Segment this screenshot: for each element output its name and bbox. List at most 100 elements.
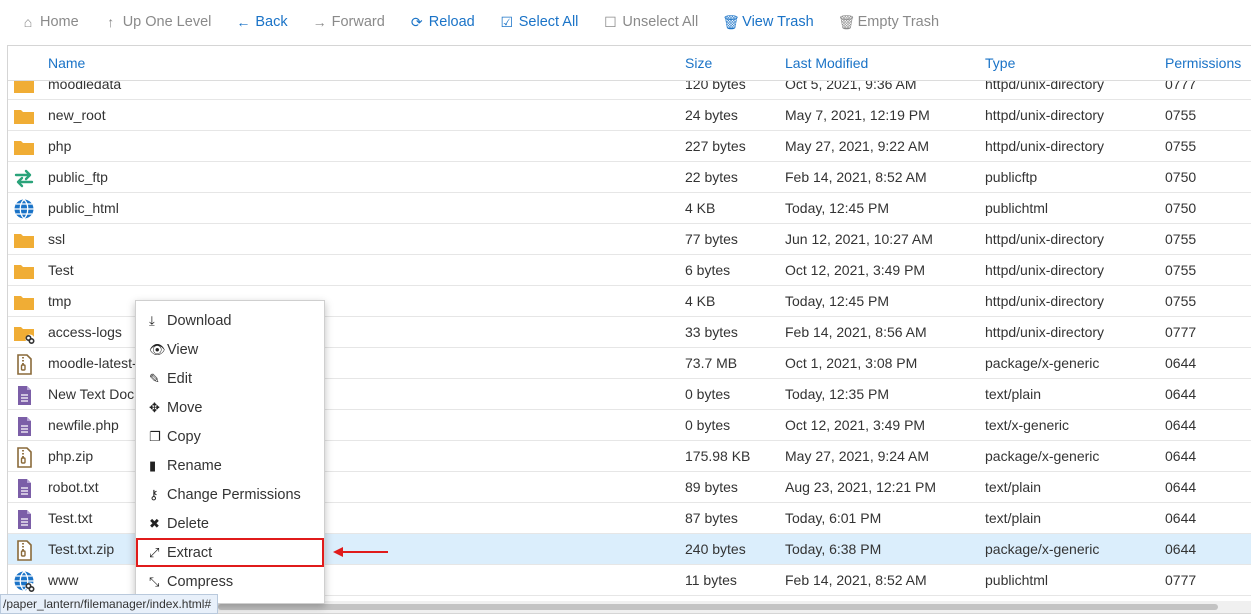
empty-square-icon: ☐: [604, 13, 617, 30]
context-menu-item-copy[interactable]: ❐ Copy: [136, 422, 324, 451]
file-size: 24 bytes: [685, 107, 738, 123]
zip-file-icon: [17, 540, 32, 561]
file-size: 0 bytes: [685, 417, 731, 433]
context-menu-item-edit[interactable]: ✎ Edit: [136, 364, 324, 393]
file-name: newfile.php: [48, 417, 119, 433]
text-file-icon: [18, 417, 31, 436]
column-header-permissions[interactable]: Permissions: [1165, 55, 1241, 71]
status-url-tooltip: /paper_lantern/filemanager/index.html#: [0, 594, 219, 614]
context-menu: ⤓ Download 👁View ✎ Edit ✥ Move ❐ Copy ▮ Rename ⚷ Cha…: [135, 300, 325, 604]
file-type: httpd/unix-directory: [985, 231, 1105, 247]
folder-icon: [14, 265, 34, 279]
home-button[interactable]: ⌂ Home: [20, 10, 79, 34]
file-size: 33 bytes: [685, 324, 738, 340]
context-menu-item-delete[interactable]: ✖ Delete: [136, 509, 324, 538]
file-last-modified: Oct 12, 2021, 3:49 PM: [785, 262, 926, 278]
context-menu-item-compress[interactable]: ⤡ Compress: [136, 567, 324, 596]
toolbar: ⌂ Home ↑ Up One Level ← Back → Forward ⟳…: [0, 0, 1251, 44]
view-trash-button[interactable]: 🗑 View Trash: [722, 10, 813, 34]
column-header-last-modified[interactable]: Last Modified: [785, 55, 868, 71]
file-type: httpd/unix-directory: [985, 138, 1105, 154]
compress-icon: ⤡: [149, 574, 160, 589]
refresh-icon: ⟳: [410, 13, 423, 30]
file-size: 0 bytes: [685, 386, 731, 402]
file-name: Test: [48, 262, 74, 278]
scrollbar-thumb[interactable]: [218, 604, 1218, 610]
file-type: text/plain: [985, 510, 1042, 526]
table-row[interactable]: public_ftp 22 bytes Feb 14, 2021, 8:52 AM p…: [8, 162, 1251, 193]
table-row[interactable]: Test 6 bytes Oct 12, 2021, 3:49 PM httpd/un…: [8, 255, 1251, 286]
key-icon: ⚷: [149, 487, 159, 502]
file-name: www: [48, 572, 79, 588]
file-permissions: 0644: [1165, 386, 1197, 402]
empty-trash-button[interactable]: 🗑 Empty Trash: [838, 10, 939, 34]
pencil-icon: ✎: [149, 371, 160, 386]
file-last-modified: Today, 6:38 PM: [785, 541, 882, 557]
file-last-modified: Today, 6:01 PM: [785, 510, 882, 526]
globe-link-icon: [14, 571, 35, 592]
column-header-size[interactable]: Size: [685, 55, 712, 71]
context-menu-label: Change Permissions: [167, 487, 301, 503]
file-permissions: 0755: [1165, 262, 1197, 278]
file-permissions: 0777: [1165, 572, 1197, 588]
file-permissions: 0755: [1165, 138, 1197, 154]
table-row[interactable]: php 227 bytes May 27, 2021, 9:22 AM httpd/u…: [8, 131, 1251, 162]
file-permissions: 0750: [1165, 200, 1197, 216]
file-name: robot.txt: [48, 479, 99, 495]
move-icon: ✥: [149, 400, 160, 415]
context-menu-item-view[interactable]: 👁View: [136, 335, 324, 364]
table-row[interactable]: public_html 4 KB Today, 12:45 PM publichtml…: [8, 193, 1251, 224]
trash-icon: 🗑: [722, 13, 740, 30]
file-size: 240 bytes: [685, 541, 746, 557]
file-permissions: 0755: [1165, 107, 1197, 123]
file-size: 11 bytes: [685, 572, 737, 588]
context-menu-item-change-permissions[interactable]: ⚷ Change Permissions: [136, 480, 324, 509]
table-row[interactable]: ssl 77 bytes Jun 12, 2021, 10:27 AM httpd/u…: [8, 224, 1251, 255]
table-header: Name Size Last Modified Type Permissions: [8, 46, 1251, 81]
text-file-icon: [18, 386, 31, 405]
file-last-modified: Today, 12:35 PM: [785, 386, 890, 402]
unselect-all-button[interactable]: ☐ Unselect All: [602, 10, 698, 34]
zip-file-icon: [17, 447, 32, 468]
column-header-name[interactable]: Name: [48, 55, 85, 71]
context-menu-label: Edit: [167, 371, 192, 387]
reload-button[interactable]: ⟳ Reload: [409, 10, 475, 34]
times-icon: ✖: [149, 516, 160, 531]
copy-icon: ❐: [149, 429, 161, 444]
context-menu-item-download[interactable]: ⤓ Download: [136, 306, 324, 335]
annotation-arrow-icon: [333, 547, 388, 557]
file-name: new_root: [48, 107, 106, 123]
file-size: 73.7 MB: [685, 355, 738, 371]
context-menu-item-extract[interactable]: ⤢ Extract: [136, 538, 324, 567]
file-type: httpd/unix-directory: [985, 324, 1105, 340]
table-row[interactable]: new_root 24 bytes May 7, 2021, 12:19 PM htt…: [8, 100, 1251, 131]
file-size: 87 bytes: [685, 510, 738, 526]
up-one-level-button[interactable]: ↑ Up One Level: [103, 10, 212, 34]
text-file-icon: [18, 479, 31, 498]
ftp-exchange-icon: [14, 169, 34, 188]
context-menu-item-move[interactable]: ✥ Move: [136, 393, 324, 422]
unselect-all-label: Unselect All: [622, 14, 699, 30]
folder-icon: [14, 234, 34, 248]
file-size: 77 bytes: [685, 231, 738, 247]
folder-icon: [14, 141, 34, 155]
context-menu-label: Move: [167, 400, 203, 416]
file-type: package/x-generic: [985, 355, 1100, 371]
forward-button[interactable]: → Forward: [312, 10, 385, 34]
file-type: publichtml: [985, 572, 1049, 588]
file-type: publicftp: [985, 169, 1038, 185]
file-last-modified: Feb 14, 2021, 8:52 AM: [785, 572, 927, 588]
folder-icon: [14, 110, 34, 124]
file-permissions: 0644: [1165, 355, 1197, 371]
column-header-type[interactable]: Type: [985, 55, 1015, 71]
file-type: httpd/unix-directory: [985, 262, 1105, 278]
up-one-level-label: Up One Level: [122, 14, 212, 30]
file-name: Test.txt: [48, 510, 93, 526]
file-name: moodle-latest-: [48, 355, 137, 371]
context-menu-item-rename[interactable]: ▮ Rename: [136, 451, 324, 480]
back-button[interactable]: ← Back: [235, 10, 287, 34]
context-menu-label: Download: [167, 313, 232, 329]
select-all-button[interactable]: ☑ Select All: [499, 10, 578, 34]
back-label: Back: [255, 14, 288, 30]
file-size: 175.98 KB: [685, 448, 751, 464]
